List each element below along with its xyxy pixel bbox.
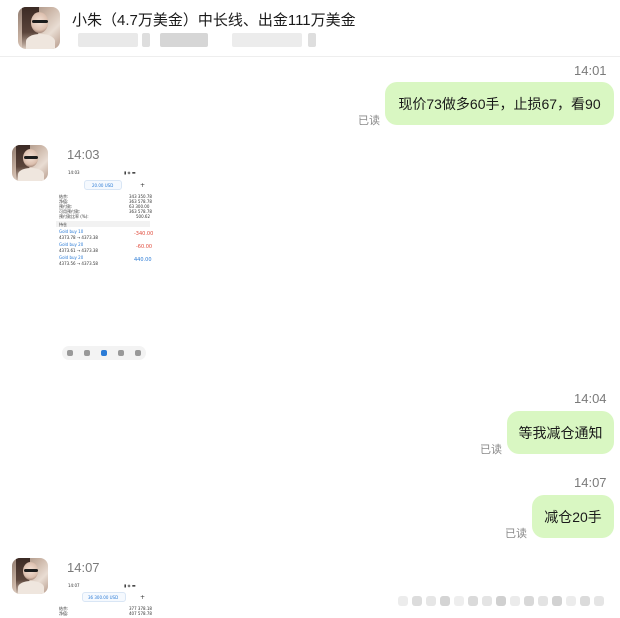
status-icons: ▮ ◈ ▬ bbox=[124, 170, 136, 175]
message-time: 14:07 bbox=[67, 560, 100, 575]
status-time: 14:03 bbox=[68, 170, 80, 175]
position-range: 4373.56 → 4373.58 bbox=[59, 261, 98, 266]
read-receipt: 已读 bbox=[480, 444, 502, 456]
position-name[interactable]: Gold buy 20 bbox=[59, 255, 83, 260]
chart-icon[interactable] bbox=[84, 350, 91, 356]
chat-header: 小朱（4.7万美金）中长线、出金111万美金 bbox=[0, 0, 620, 57]
balance-pill-label: 36 300.00 USD bbox=[88, 595, 119, 600]
position-pl: -60.00 bbox=[136, 244, 153, 250]
add-icon[interactable]: + bbox=[140, 182, 145, 189]
app-bottom-nav bbox=[62, 346, 146, 360]
add-icon[interactable]: + bbox=[140, 594, 145, 601]
message-time: 14:04 bbox=[574, 391, 607, 406]
sender-avatar[interactable] bbox=[12, 558, 48, 594]
history-icon[interactable] bbox=[117, 350, 124, 356]
position-name[interactable]: Gold buy 20 bbox=[59, 242, 83, 247]
image-message-screenshot[interactable]: 14:07 ▮ ◈ ▬ 36 300.00 USD + 结余: 377 378.… bbox=[56, 578, 152, 618]
read-receipt: 已读 bbox=[358, 115, 380, 127]
sender-avatar[interactable] bbox=[12, 145, 48, 181]
message-time: 14:03 bbox=[67, 147, 100, 162]
row-label: 净值: bbox=[59, 611, 69, 616]
redacted-strip bbox=[398, 594, 613, 608]
row-value: 500.62 bbox=[136, 214, 150, 219]
status-time: 14:07 bbox=[68, 583, 80, 588]
position-name[interactable]: Gold buy 10 bbox=[59, 229, 83, 234]
section-divider bbox=[56, 221, 150, 227]
row-value: 407 578.78 bbox=[129, 611, 152, 616]
balance-pill-label: 20.00 USD bbox=[92, 183, 114, 188]
settings-icon[interactable] bbox=[134, 350, 141, 356]
position-pl: 440.00 bbox=[134, 257, 152, 263]
message-bubble-outgoing[interactable]: 等我减仓通知 bbox=[507, 411, 614, 454]
message-time: 14:07 bbox=[574, 475, 607, 490]
chat-title: 小朱（4.7万美金）中长线、出金111万美金 bbox=[72, 12, 356, 29]
message-time: 14:01 bbox=[574, 63, 607, 78]
trade-icon[interactable] bbox=[100, 350, 107, 356]
message-bubble-outgoing[interactable]: 减仓20手 bbox=[532, 495, 614, 538]
position-range: 4373.61 → 4373.38 bbox=[59, 248, 98, 253]
row-label: 预付款比率 (%): bbox=[59, 214, 89, 219]
quotes-icon[interactable] bbox=[67, 350, 74, 356]
contact-avatar[interactable] bbox=[18, 7, 60, 49]
message-bubble-outgoing[interactable]: 现价73做多60手，止损67，看90 bbox=[385, 82, 614, 125]
section-title: 持仓 bbox=[59, 222, 67, 227]
position-pl: -340.00 bbox=[134, 231, 154, 237]
image-message-screenshot[interactable]: 14:03 ▮ ◈ ▬ 20.00 USD + 结余: 343 350.78 净… bbox=[56, 166, 154, 366]
status-icons: ▮ ◈ ▬ bbox=[124, 583, 136, 588]
position-range: 4373.78 → 4373.38 bbox=[59, 235, 98, 240]
read-receipt: 已读 bbox=[505, 528, 527, 540]
